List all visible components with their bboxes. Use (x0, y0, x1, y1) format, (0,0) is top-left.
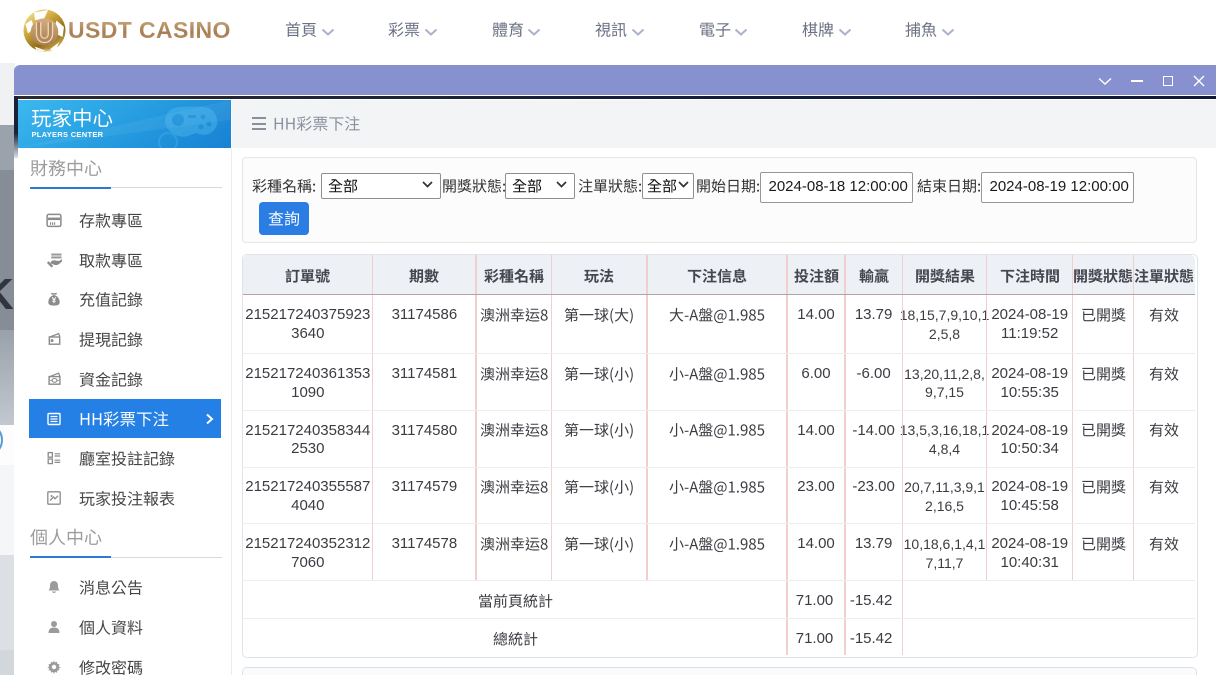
svg-text:Casino: Casino (36, 48, 52, 53)
